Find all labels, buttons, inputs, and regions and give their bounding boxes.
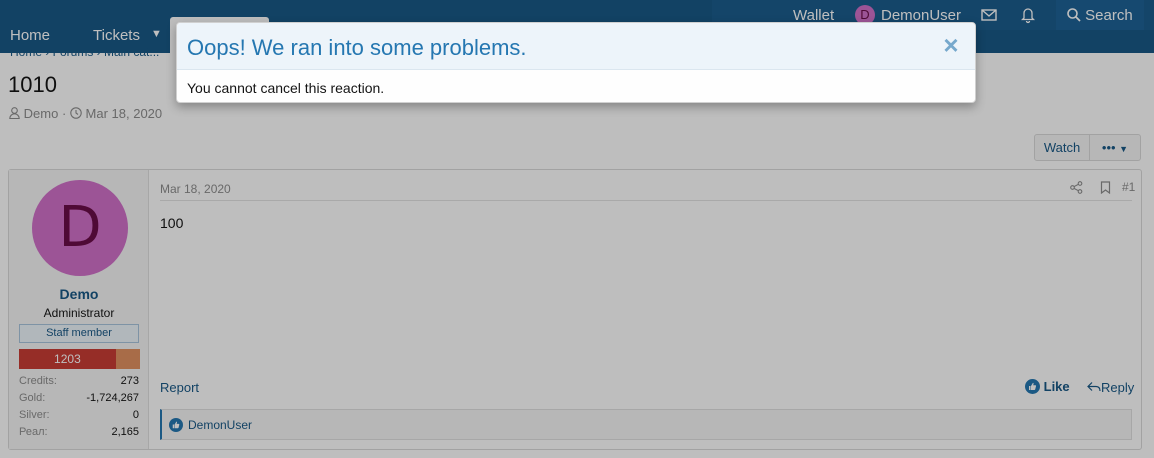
close-icon[interactable]: × xyxy=(940,32,962,58)
dialog-message: You cannot cancel this reaction. xyxy=(187,80,385,96)
dialog-header: Oops! We ran into some problems. × xyxy=(177,23,975,70)
error-dialog: Oops! We ran into some problems. × You c… xyxy=(176,22,976,103)
dialog-title: Oops! We ran into some problems. xyxy=(187,35,527,60)
